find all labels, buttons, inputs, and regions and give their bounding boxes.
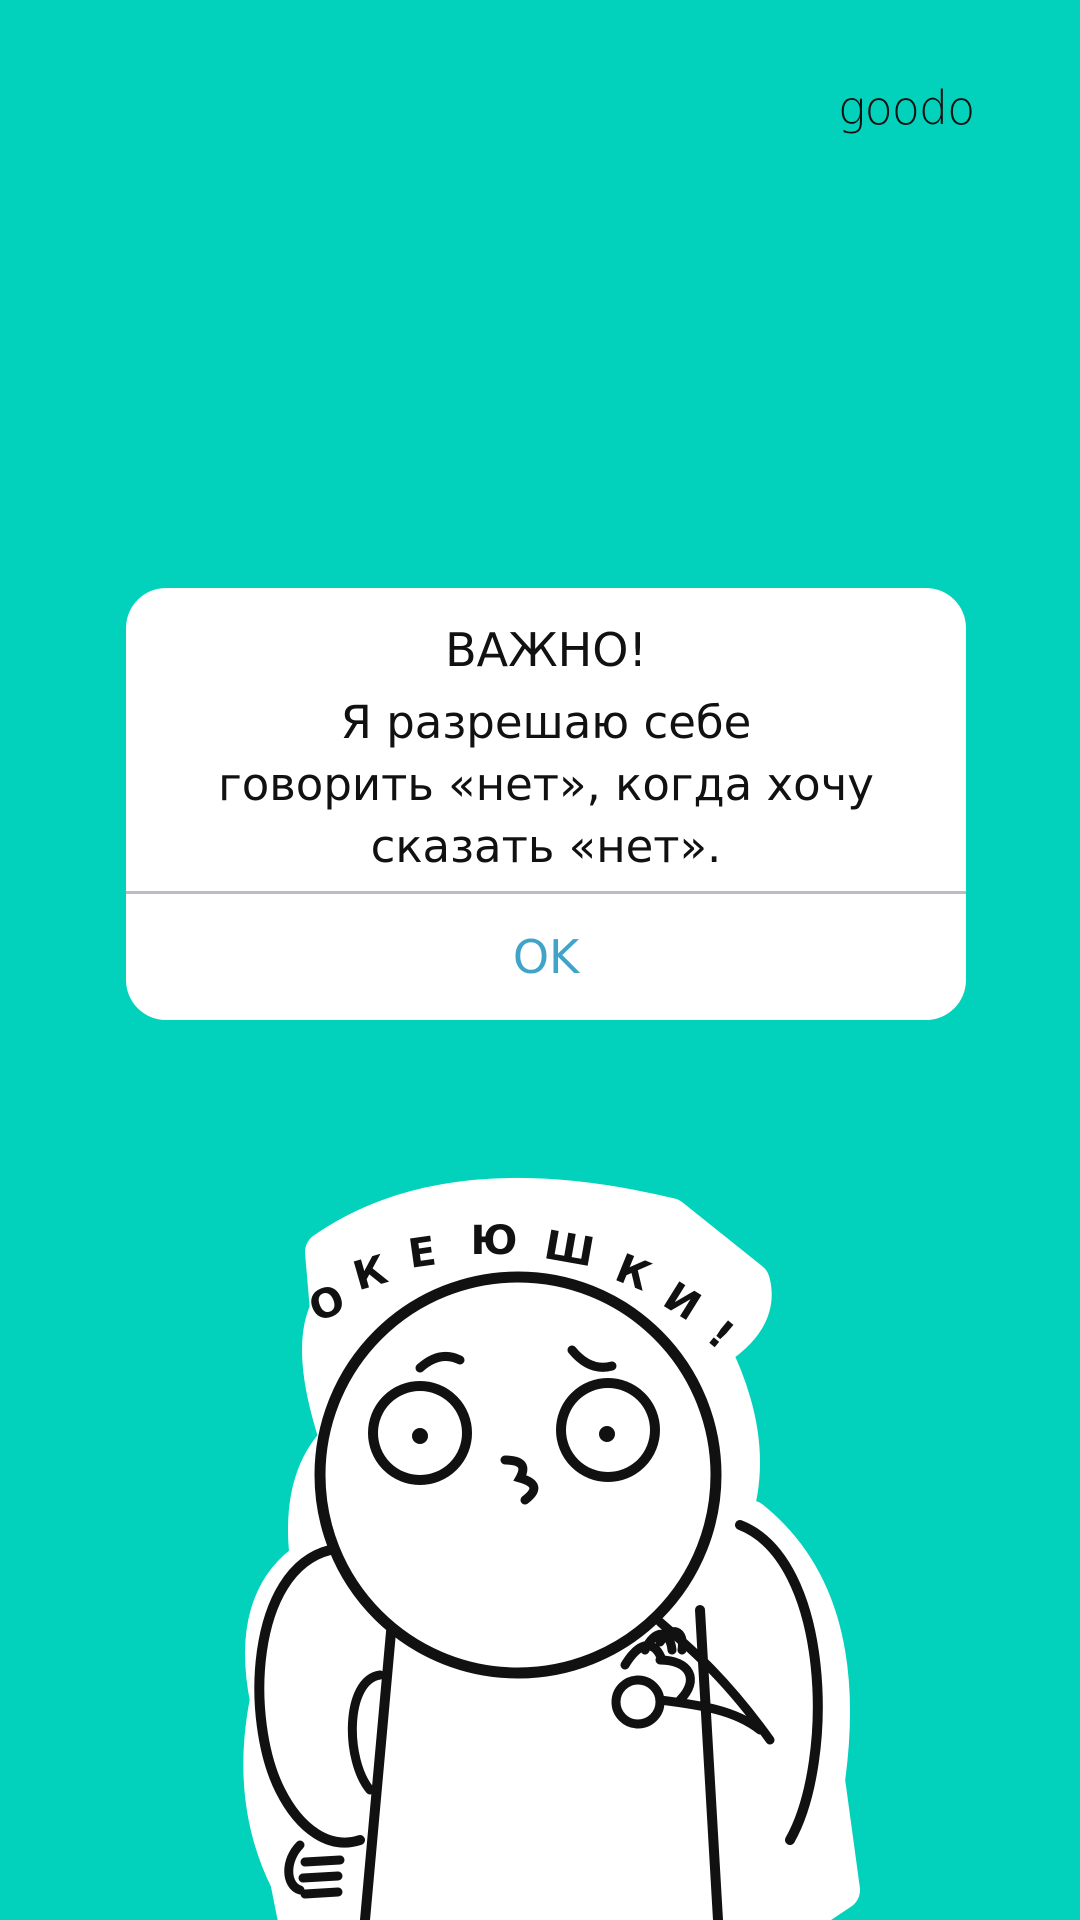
brand-logo: goodo <box>838 81 975 135</box>
alert-title: ВАЖНО! <box>445 623 647 677</box>
app-screen: goodo ВАЖНО! Я разрешаю себе говорить «н… <box>0 0 1080 1920</box>
ok-button[interactable]: OK <box>126 894 966 1020</box>
caption-letter: Ю <box>471 1218 518 1264</box>
alert-dialog: ВАЖНО! Я разрешаю себе говорить «нет», к… <box>126 588 966 1020</box>
character-sticker: О К Е Ю Ш К И ! <box>243 1178 860 1920</box>
alert-message: Я разрешаю себе говорить «нет», когда хо… <box>218 696 874 874</box>
caption-letter: Ш <box>541 1222 598 1276</box>
